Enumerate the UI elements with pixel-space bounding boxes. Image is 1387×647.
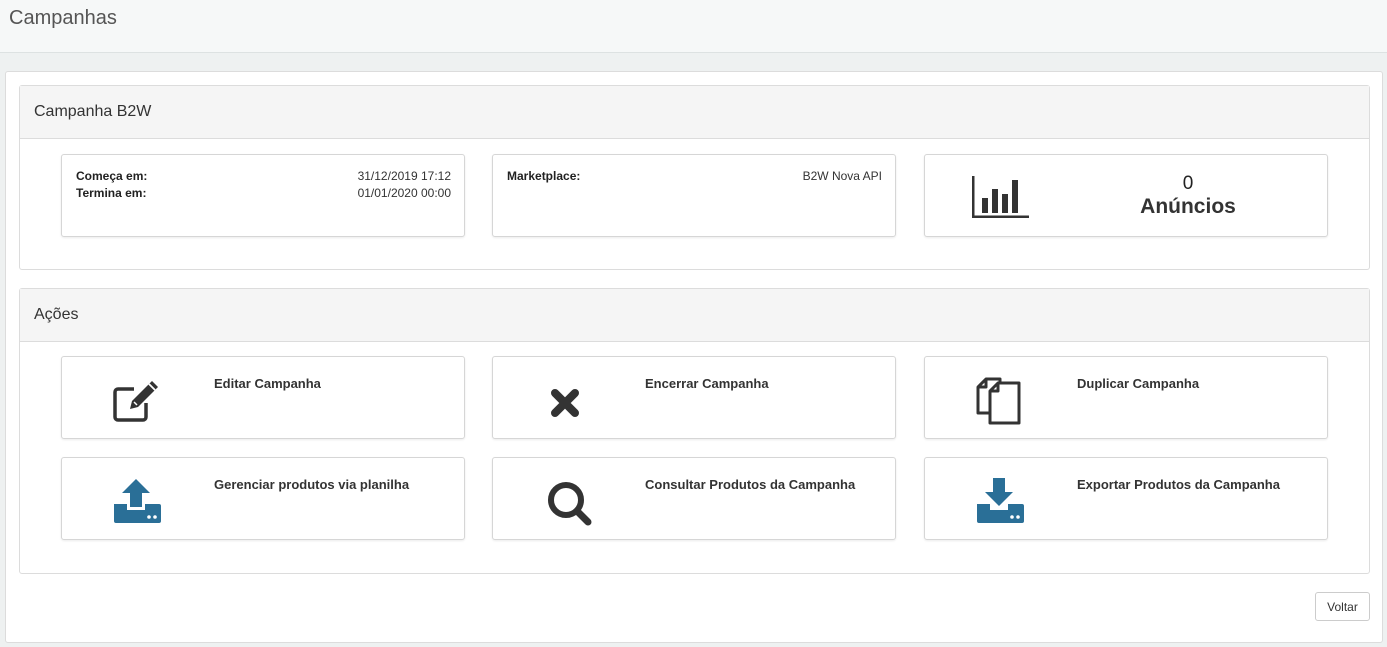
manage-spreadsheet-action[interactable]: Gerenciar produtos via planilha <box>61 457 465 540</box>
main-content: Campanha B2W Começa em: 31/12/2019 17:12… <box>5 71 1383 643</box>
marketplace-row: Marketplace: B2W Nova API <box>507 169 882 185</box>
search-icon <box>548 482 592 526</box>
edit-campaign-action[interactable]: Editar Campanha <box>61 356 465 439</box>
end-date-value: 01/01/2020 00:00 <box>357 186 451 200</box>
edit-icon <box>113 381 158 422</box>
close-icon <box>551 389 579 417</box>
upload-icon <box>114 479 161 523</box>
start-date-value: 31/12/2019 17:12 <box>357 169 451 183</box>
export-products-action[interactable]: Exportar Produtos da Campanha <box>924 457 1328 540</box>
start-date-row: Começa em: 31/12/2019 17:12 <box>76 169 451 185</box>
duplicate-campaign-action[interactable]: Duplicar Campanha <box>924 356 1328 439</box>
download-icon <box>977 478 1024 523</box>
actions-panel-title: Ações <box>20 289 1369 342</box>
campaign-dates-card: Começa em: 31/12/2019 17:12 Termina em: … <box>61 154 465 237</box>
search-products-label: Consultar Produtos da Campanha <box>645 477 856 492</box>
bar-chart-icon <box>972 176 1029 218</box>
ads-label: Anúncios <box>1140 195 1236 218</box>
manage-spreadsheet-label: Gerenciar produtos via planilha <box>214 477 410 492</box>
marketplace-label: Marketplace: <box>507 169 581 183</box>
copy-icon <box>976 377 1021 425</box>
ads-count: 0 <box>1182 173 1194 194</box>
campaign-panel-title: Campanha B2W <box>20 86 1369 139</box>
start-date-label: Começa em: <box>76 169 148 183</box>
end-campaign-label: Encerrar Campanha <box>645 376 769 391</box>
actions-panel: Ações Editar Campanha Encerrar Campanha <box>19 288 1370 574</box>
end-campaign-action[interactable]: Encerrar Campanha <box>492 356 896 439</box>
page-header: Campanhas <box>0 0 1387 53</box>
marketplace-value: B2W Nova API <box>802 169 882 183</box>
ads-stat-card: 0 Anúncios <box>924 154 1328 237</box>
back-button[interactable]: Voltar <box>1315 592 1370 621</box>
duplicate-campaign-label: Duplicar Campanha <box>1077 376 1200 391</box>
page-title: Campanhas <box>9 7 117 29</box>
end-date-row: Termina em: 01/01/2020 00:00 <box>76 186 451 202</box>
marketplace-card: Marketplace: B2W Nova API <box>492 154 896 237</box>
end-date-label: Termina em: <box>76 186 147 200</box>
export-products-label: Exportar Produtos da Campanha <box>1077 477 1280 492</box>
edit-campaign-label: Editar Campanha <box>214 376 321 391</box>
campaign-panel: Campanha B2W Começa em: 31/12/2019 17:12… <box>19 85 1370 270</box>
search-products-action[interactable]: Consultar Produtos da Campanha <box>492 457 896 540</box>
